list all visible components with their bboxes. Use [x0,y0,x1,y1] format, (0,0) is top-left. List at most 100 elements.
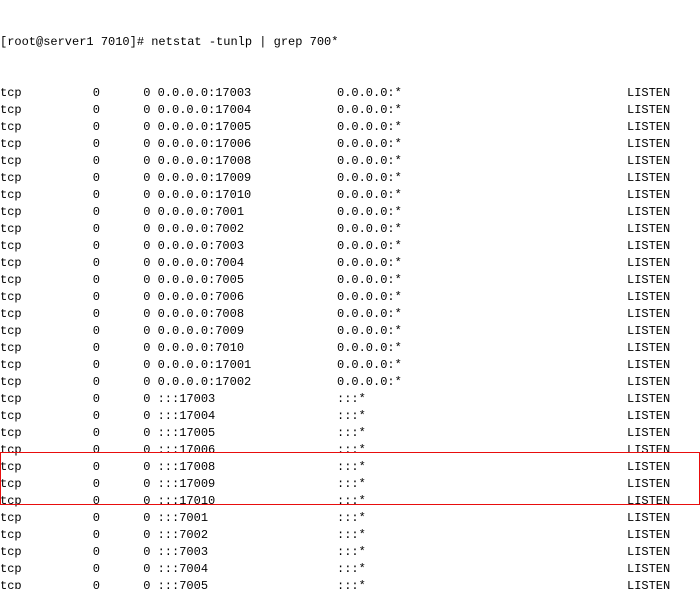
col-proto: tcp [0,289,60,306]
col-proto: tcp [0,459,60,476]
table-row: tcp0 0 0.0.0.0:170030.0.0.0:*LISTEN5292/… [0,85,700,102]
table-row: tcp0 0 :::7004:::*LISTEN5297/redis-s [0,561,700,578]
col-proto: tcp [0,187,60,204]
col-foreign-addr: 0.0.0.0:* [337,272,627,289]
col-recvq: 0 [60,102,100,119]
col-foreign-addr: 0.0.0.0:* [337,204,627,221]
col-state: LISTEN [627,578,700,589]
col-foreign-addr: 0.0.0.0:* [337,238,627,255]
col-proto: tcp [0,170,60,187]
col-foreign-addr: 0.0.0.0:* [337,255,627,272]
table-row: tcp0 0 :::17003:::*LISTEN5292/redis-s [0,391,700,408]
table-row: tcp0 0 0.0.0.0:170060.0.0.0:*LISTEN5302/… [0,136,700,153]
col-state: LISTEN [627,544,700,561]
col-recvq: 0 [60,425,100,442]
col-state: LISTEN [627,204,700,221]
col-recvq: 0 [60,578,100,589]
col-foreign-addr: :::* [337,544,627,561]
col-recvq: 0 [60,272,100,289]
col-recvq: 0 [60,85,100,102]
table-row: tcp0 0 :::7003:::*LISTEN5292/redis-s [0,544,700,561]
col-local-addr: 0 0.0.0.0:7008 [100,306,226,323]
col-state: LISTEN [627,357,700,374]
col-proto: tcp [0,102,60,119]
terminal[interactable]: [root@server1 7010]# netstat -tunlp | gr… [0,0,700,589]
col-state: LISTEN [627,187,700,204]
col-proto: tcp [0,442,60,459]
col-foreign-addr: :::* [337,476,627,493]
col-recvq: 0 [60,476,100,493]
col-foreign-addr: :::* [337,391,627,408]
col-local-addr: 0 :::17003 [100,391,226,408]
col-local-addr: 0 :::17006 [100,442,226,459]
table-row: tcp0 0 0.0.0.0:70030.0.0.0:*LISTEN5292/r… [0,238,700,255]
col-recvq: 0 [60,544,100,561]
col-foreign-addr: 0.0.0.0:* [337,136,627,153]
col-proto: tcp [0,527,60,544]
col-proto: tcp [0,578,60,589]
col-local-addr: 0 0.0.0.0:17003 [100,85,226,102]
col-proto: tcp [0,306,60,323]
table-row: tcp0 0 :::17006:::*LISTEN5302/redis-s [0,442,700,459]
col-local-addr: 0 0.0.0.0:17009 [100,170,226,187]
col-state: LISTEN [627,136,700,153]
col-state: LISTEN [627,102,700,119]
col-recvq: 0 [60,255,100,272]
col-state: LISTEN [627,255,700,272]
col-proto: tcp [0,408,60,425]
col-local-addr: 0 :::17005 [100,425,226,442]
col-state: LISTEN [627,408,700,425]
col-state: LISTEN [627,306,700,323]
col-foreign-addr: 0.0.0.0:* [337,357,627,374]
col-foreign-addr: :::* [337,527,627,544]
col-local-addr: 0 :::7003 [100,544,226,561]
col-recvq: 0 [60,119,100,136]
col-local-addr: 0 0.0.0.0:17010 [100,187,226,204]
col-local-addr: 0 0.0.0.0:7003 [100,238,226,255]
table-row: tcp0 0 0.0.0.0:70080.0.0.0:*LISTEN5388/r… [0,306,700,323]
netstat-output: tcp0 0 0.0.0.0:170030.0.0.0:*LISTEN5292/… [0,85,700,589]
col-local-addr: 0 0.0.0.0:17004 [100,102,226,119]
col-proto: tcp [0,561,60,578]
prompt-first: [root@server1 7010]# netstat -tunlp | gr… [0,35,338,49]
col-local-addr: 0 0.0.0.0:7010 [100,340,226,357]
col-proto: tcp [0,85,60,102]
col-foreign-addr: 0.0.0.0:* [337,221,627,238]
col-proto: tcp [0,221,60,238]
table-row: tcp0 0 0.0.0.0:170040.0.0.0:*LISTEN5297/… [0,102,700,119]
col-state: LISTEN [627,323,700,340]
col-state: LISTEN [627,170,700,187]
col-foreign-addr: 0.0.0.0:* [337,306,627,323]
col-proto: tcp [0,544,60,561]
col-foreign-addr: 0.0.0.0:* [337,289,627,306]
col-local-addr: 0 0.0.0.0:17005 [100,119,226,136]
col-foreign-addr: :::* [337,459,627,476]
col-recvq: 0 [60,153,100,170]
col-proto: tcp [0,357,60,374]
col-state: LISTEN [627,510,700,527]
table-row: tcp0 0 :::17008:::*LISTEN5388/redis-s [0,459,700,476]
col-proto: tcp [0,425,60,442]
col-foreign-addr: :::* [337,408,627,425]
col-state: LISTEN [627,289,700,306]
col-local-addr: 0 :::7004 [100,561,226,578]
col-foreign-addr: 0.0.0.0:* [337,323,627,340]
col-recvq: 0 [60,187,100,204]
col-state: LISTEN [627,425,700,442]
col-proto: tcp [0,391,60,408]
col-proto: tcp [0,493,60,510]
table-row: tcp0 0 0.0.0.0:170050.0.0.0:*LISTEN5323/… [0,119,700,136]
col-state: LISTEN [627,119,700,136]
col-recvq: 0 [60,204,100,221]
col-state: LISTEN [627,442,700,459]
table-row: tcp0 0 :::17005:::*LISTEN5323/redis-s [0,425,700,442]
col-state: LISTEN [627,153,700,170]
col-recvq: 0 [60,561,100,578]
col-recvq: 0 [60,510,100,527]
col-recvq: 0 [60,442,100,459]
col-state: LISTEN [627,85,700,102]
col-proto: tcp [0,136,60,153]
table-row: tcp0 0 0.0.0.0:70020.0.0.0:*LISTEN5317/r… [0,221,700,238]
col-recvq: 0 [60,323,100,340]
col-recvq: 0 [60,357,100,374]
